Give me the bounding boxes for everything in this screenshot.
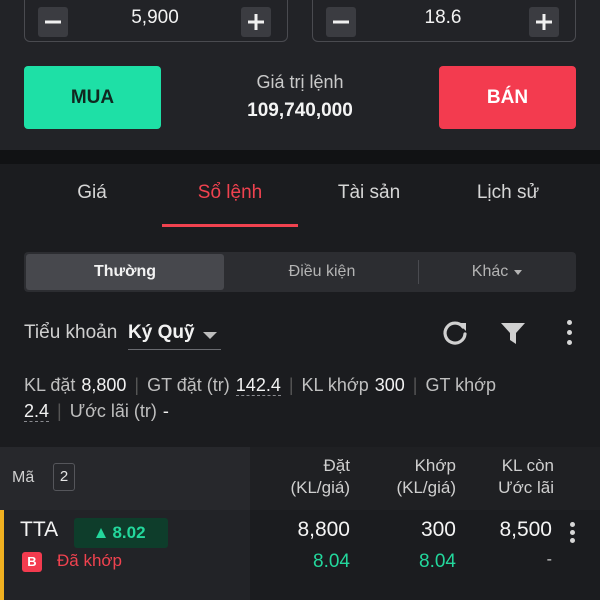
- filter-icon[interactable]: [498, 318, 528, 348]
- ordered-qty-value: 8,800: [81, 375, 127, 395]
- arrow-up-icon: [96, 528, 107, 538]
- buy-side-badge: B: [22, 552, 42, 572]
- remaining-column-header-line1: KL còn: [501, 456, 554, 475]
- quantity-decrease-button[interactable]: [38, 7, 68, 37]
- price-value[interactable]: 18.6: [357, 5, 529, 31]
- segment-other-label: Khác: [471, 263, 509, 280]
- caret-down-icon: [203, 332, 217, 339]
- subaccount-value: Ký Quỹ: [128, 322, 195, 343]
- subaccount-select[interactable]: Ký Quỹ: [128, 320, 221, 350]
- order-type-segmented-control: Thường Điều kiện Khác: [24, 252, 576, 292]
- price-stepper[interactable]: 18.6: [312, 0, 576, 42]
- order-value: 109,740,000: [247, 100, 353, 121]
- remaining-column-header-line2: Ước lãi: [498, 478, 554, 497]
- sell-button[interactable]: BÁN: [439, 66, 576, 129]
- symbol-column-header: Mã: [12, 469, 35, 486]
- matched-qty-label: KL khớp: [301, 375, 369, 395]
- tab-history[interactable]: Lịch sử: [446, 182, 570, 204]
- row-more-icon[interactable]: [566, 520, 580, 546]
- refresh-icon[interactable]: [440, 318, 470, 348]
- order-status: Đã khớp: [57, 551, 123, 570]
- ordered-value-value: 142.4: [235, 375, 281, 396]
- ordered-qty-cell: 8,800: [297, 518, 350, 541]
- segment-other[interactable]: Khác: [420, 254, 574, 290]
- ordered-price-cell: 8.04: [313, 551, 350, 572]
- est-profit-cell: -: [546, 551, 552, 568]
- quantity-value[interactable]: 5,900: [69, 5, 241, 31]
- market-price-value: 8.02: [112, 523, 146, 542]
- remaining-column-header: KL còn Ước lãi: [470, 455, 554, 499]
- price-increase-button[interactable]: [529, 7, 559, 37]
- segment-normal[interactable]: Thường: [26, 254, 224, 290]
- order-panel: 5,900 18.6 MUA Giá trị lệnh 109,740,000 …: [0, 0, 600, 150]
- segment-divider: [418, 260, 419, 284]
- price-decrease-button[interactable]: [326, 7, 356, 37]
- matched-qty-cell: 300: [420, 518, 456, 541]
- matched-value-label: GT khớp: [425, 375, 496, 395]
- est-profit-label: Ước lãi (tr): [69, 401, 157, 421]
- matched-column-header: Khớp (KL/giá): [360, 455, 456, 499]
- order-summary-stats: KL đặt 8,800 | GT đặt (tr) 142.4 | KL khớp 300 |…: [24, 375, 496, 422]
- matched-column-header-line2: (KL/giá): [396, 478, 456, 497]
- caret-down-icon: [514, 269, 523, 275]
- matched-value-value: 2.4: [24, 401, 50, 422]
- ordered-value-label: GT đặt (tr): [147, 375, 230, 395]
- market-price-badge: 8.02: [74, 518, 168, 548]
- buy-button[interactable]: MUA: [24, 66, 161, 129]
- orders-table-header: Mã 2 Đặt (KL/giá) Khớp (KL/giá) KL còn Ư…: [0, 447, 600, 510]
- tab-assets[interactable]: Tài sản: [305, 182, 433, 204]
- quantity-increase-button[interactable]: [241, 7, 271, 37]
- matched-qty-value: 300: [374, 375, 405, 395]
- header-symbol-cell: Mã 2: [0, 447, 250, 510]
- order-count-badge: 2: [53, 463, 75, 491]
- tab-price[interactable]: Giá: [40, 182, 144, 204]
- tab-order-book[interactable]: Sổ lệnh: [162, 182, 298, 204]
- ordered-column-header-line2: (KL/giá): [290, 478, 350, 497]
- table-row[interactable]: TTA 8.02 B Đã khớp 8,800 8.04 300 8.04 8…: [0, 510, 600, 600]
- ordered-qty-label: KL đặt: [24, 375, 76, 395]
- matched-column-header-line1: Khớp: [414, 456, 456, 475]
- row-symbol: TTA: [20, 518, 59, 541]
- more-vertical-icon[interactable]: [558, 318, 582, 348]
- ordered-column-header-line1: Đặt: [323, 456, 350, 475]
- matched-price-cell: 8.04: [419, 551, 456, 572]
- order-value-label: Giá trị lệnh: [256, 72, 344, 92]
- quantity-stepper[interactable]: 5,900: [24, 0, 288, 42]
- est-profit-value: -: [162, 401, 169, 421]
- active-tab-indicator: [162, 224, 298, 227]
- ordered-column-header: Đặt (KL/giá): [250, 455, 350, 499]
- segment-conditional[interactable]: Điều kiện: [226, 254, 418, 290]
- tab-bar: Giá Sổ lệnh Tài sản Lịch sử: [0, 164, 600, 227]
- row-symbol-cell: TTA 8.02 B Đã khớp: [0, 510, 250, 600]
- subaccount-label: Tiểu khoản: [24, 322, 118, 343]
- remaining-qty-cell: 8,500: [499, 518, 552, 541]
- order-book-section: Giá Sổ lệnh Tài sản Lịch sử Thường Điều …: [0, 164, 600, 600]
- row-accent-bar: [0, 510, 4, 600]
